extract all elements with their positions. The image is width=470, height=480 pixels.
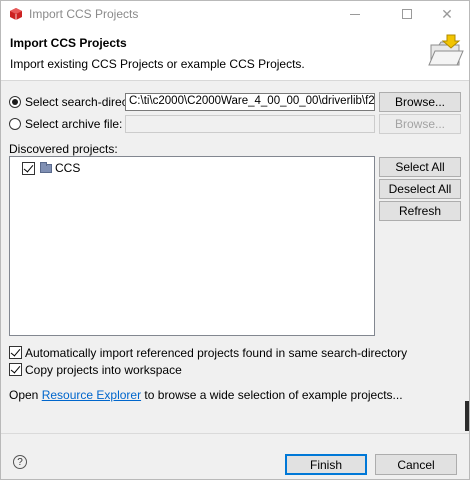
finish-button[interactable]: Finish bbox=[285, 454, 367, 475]
resource-explorer-link[interactable]: Resource Explorer bbox=[42, 388, 141, 402]
window-edge bbox=[465, 401, 469, 431]
select-all-button[interactable]: Select All bbox=[379, 157, 461, 177]
auto-import-label: Automatically import referenced projects… bbox=[25, 346, 408, 360]
app-cube-icon bbox=[10, 8, 22, 20]
search-directory-input[interactable]: C:\ti\c2000\C2000Ware_4_00_00_00\driverl… bbox=[125, 93, 375, 111]
archive-browse-button[interactable]: Browse... bbox=[379, 114, 461, 134]
dialog-header: Import CCS Projects Import existing CCS … bbox=[1, 27, 469, 81]
minimize-button[interactable] bbox=[333, 1, 377, 27]
close-button[interactable]: ✕ bbox=[425, 1, 469, 27]
tree-item[interactable]: CCS bbox=[22, 160, 80, 176]
close-icon: ✕ bbox=[441, 5, 453, 22]
copy-projects-label: Copy projects into workspace bbox=[25, 363, 182, 377]
copy-projects-checkbox[interactable] bbox=[9, 363, 22, 376]
projects-tree[interactable]: CCS bbox=[9, 156, 375, 336]
project-checkbox[interactable] bbox=[22, 161, 35, 175]
refresh-button[interactable]: Refresh bbox=[379, 201, 461, 221]
footer-separator bbox=[1, 433, 469, 434]
archive-file-radio[interactable] bbox=[9, 118, 21, 130]
cancel-button[interactable]: Cancel bbox=[375, 454, 457, 475]
import-dialog: Import CCS Projects ✕ Import CCS Project… bbox=[0, 0, 470, 480]
archive-file-input[interactable] bbox=[125, 115, 375, 133]
maximize-button[interactable] bbox=[385, 1, 429, 27]
header-description: Import existing CCS Projects or example … bbox=[10, 57, 305, 71]
header-title: Import CCS Projects bbox=[10, 36, 127, 50]
archive-file-label: Select archive file: bbox=[25, 117, 123, 131]
resource-explorer-line: Open Resource Explorer to browse a wide … bbox=[9, 388, 403, 402]
resource-suffix: to browse a wide selection of example pr… bbox=[144, 388, 403, 402]
maximize-icon bbox=[402, 9, 412, 19]
search-directory-radio[interactable] bbox=[9, 96, 21, 108]
deselect-all-button[interactable]: Deselect All bbox=[379, 179, 461, 199]
help-icon[interactable]: ? bbox=[13, 455, 27, 469]
window-title: Import CCS Projects bbox=[29, 7, 139, 21]
discovered-projects-label: Discovered projects: bbox=[9, 142, 118, 156]
minimize-icon bbox=[350, 13, 360, 15]
project-folder-icon bbox=[40, 161, 52, 173]
auto-import-checkbox[interactable] bbox=[9, 346, 22, 359]
project-name: CCS bbox=[55, 161, 81, 175]
resource-prefix: Open bbox=[9, 388, 39, 402]
title-bar: Import CCS Projects ✕ bbox=[1, 1, 469, 27]
search-directory-browse-button[interactable]: Browse... bbox=[379, 92, 461, 112]
import-folder-icon bbox=[428, 34, 464, 66]
